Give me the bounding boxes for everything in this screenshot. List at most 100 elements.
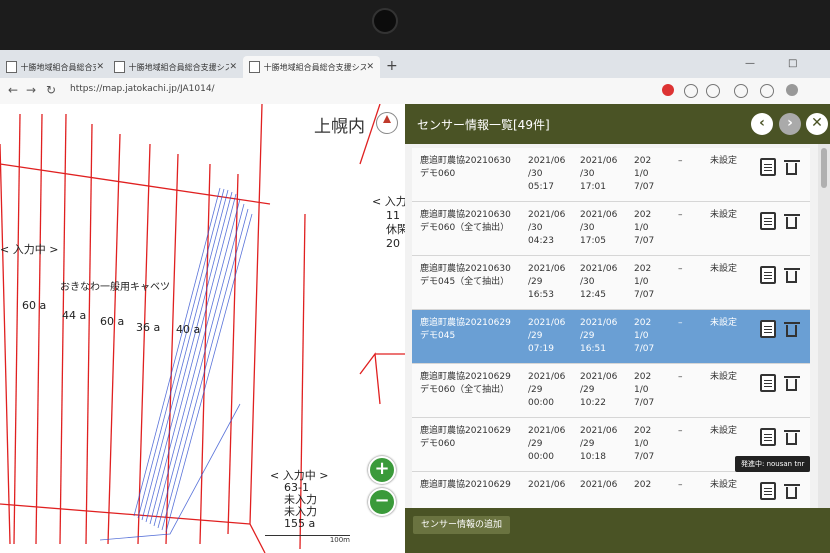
- page-favicon-icon: [114, 61, 125, 73]
- parcel-area-label: 36 a: [136, 321, 161, 334]
- sensor-panel-footer: センサー情報の追加: [405, 508, 830, 553]
- back-arrow-icon[interactable]: ←: [8, 83, 18, 97]
- extension-icon[interactable]: [662, 84, 674, 96]
- sensor-list-scrollbar[interactable]: [818, 144, 830, 508]
- status-label: 未設定: [710, 156, 738, 166]
- page-favicon-icon: [6, 61, 17, 73]
- parcel-area-label: 155 a: [284, 517, 316, 530]
- sensor-row[interactable]: 鹿追町農協20210629 デモ060（全て抽出） 2021/06 /29 00…: [412, 364, 810, 418]
- document-icon[interactable]: [760, 374, 776, 392]
- field-value: –: [678, 426, 683, 436]
- parcel-area-label: 60 a: [22, 299, 47, 312]
- sensor-panel-header: センサー情報一覧[49件] ‹ › ✕: [405, 104, 830, 144]
- zoom-in-button[interactable]: +: [368, 456, 396, 484]
- trash-icon[interactable]: [784, 482, 800, 500]
- trash-icon[interactable]: [784, 374, 800, 392]
- status-label: 未設定: [710, 210, 738, 220]
- end-datetime: 2021/06: [580, 480, 618, 490]
- tab-close-icon[interactable]: ✕: [229, 62, 237, 72]
- sensor-name: 鹿追町農協20210629: [420, 480, 511, 490]
- close-panel-button[interactable]: ✕: [806, 113, 828, 135]
- sensor-row[interactable]: 鹿追町農協20210629 2021/06 2021/06 202 – 未設定: [412, 472, 810, 508]
- field-value: –: [678, 156, 683, 166]
- next-page-button[interactable]: ›: [779, 113, 801, 135]
- browser-tab-2[interactable]: 十勝地域組合員総合支援システム ✕: [108, 56, 243, 78]
- document-icon[interactable]: [760, 212, 776, 230]
- url-field[interactable]: https://map.jatokachi.jp/JA1014/: [70, 84, 215, 94]
- profile-avatar[interactable]: [786, 84, 798, 96]
- browser-essentials-icon[interactable]: [734, 84, 748, 98]
- parcel-label: < 入力中 >: [0, 243, 59, 256]
- start-datetime: 2021/06 /29 16:53: [528, 264, 566, 300]
- document-icon[interactable]: [760, 482, 776, 500]
- browser-tab-bar: 十勝地域組合員総合支援システム ✕ 十勝地域組合員総合支援システム ✕ 十勝地域…: [0, 50, 830, 78]
- field-value: –: [678, 210, 683, 220]
- document-icon[interactable]: [760, 158, 776, 176]
- end-datetime: 2021/06 /29 16:51: [580, 318, 618, 354]
- prev-page-button[interactable]: ‹: [751, 113, 773, 135]
- document-icon[interactable]: [760, 428, 776, 446]
- address-bar: ← → ↻ https://map.jatokachi.jp/JA1014/: [0, 78, 830, 105]
- extensions-icon[interactable]: [760, 84, 774, 98]
- page-favicon-icon: [249, 61, 260, 73]
- new-tab-button[interactable]: +: [386, 58, 398, 74]
- end-datetime: 2021/06 /29 10:22: [580, 372, 618, 408]
- sensor-name: 鹿追町農協20210629 デモ060（全て抽出）: [420, 372, 511, 395]
- registered-date: 202 1/0 7/07: [634, 318, 655, 354]
- end-datetime: 2021/06 /29 10:18: [580, 426, 618, 462]
- tab-close-icon[interactable]: ✕: [96, 62, 104, 72]
- maximize-button[interactable]: □: [788, 58, 797, 69]
- registered-date: 202 1/0 7/07: [634, 156, 655, 192]
- trash-icon[interactable]: [784, 428, 800, 446]
- tab-close-icon[interactable]: ✕: [366, 62, 374, 72]
- favorites-star-icon[interactable]: [684, 84, 698, 98]
- field-value: –: [678, 318, 683, 328]
- minimize-button[interactable]: —: [745, 58, 755, 69]
- sensor-row[interactable]: 鹿追町農協20210630 デモ045（全て抽出） 2021/06 /29 16…: [412, 256, 810, 310]
- compass-icon[interactable]: [376, 112, 398, 134]
- trash-icon[interactable]: [784, 320, 800, 338]
- tab-label: 十勝地域組合員総合支援システム: [20, 62, 97, 72]
- status-label: 未設定: [710, 318, 738, 328]
- start-datetime: 2021/06 /29 07:19: [528, 318, 566, 354]
- laptop-bezel: [0, 0, 830, 56]
- screen: 十勝地域組合員総合支援システム ✕ 十勝地域組合員総合支援システム ✕ 十勝地域…: [0, 50, 830, 553]
- sensor-panel: センサー情報一覧[49件] ‹ › ✕ 鹿追町農協20210630 デモ060 …: [405, 104, 830, 553]
- parcel-label: < 入力中 >: [372, 195, 405, 208]
- parcel-label: 休閑: [386, 223, 405, 236]
- registered-date: 202 1/0 7/07: [634, 426, 655, 462]
- parcel-label: 11: [386, 209, 400, 222]
- trash-icon[interactable]: [784, 158, 800, 176]
- field-value: –: [678, 480, 683, 490]
- start-datetime: 2021/06 /30 05:17: [528, 156, 566, 192]
- sensor-name: 鹿追町農協20210630 デモ045（全て抽出）: [420, 264, 511, 287]
- reload-icon[interactable]: ↻: [46, 83, 56, 97]
- status-label: 未設定: [710, 372, 738, 382]
- zoom-out-button[interactable]: −: [368, 488, 396, 516]
- add-sensor-button[interactable]: センサー情報の追加: [413, 516, 511, 534]
- trash-icon[interactable]: [784, 266, 800, 284]
- sensor-row[interactable]: 鹿追町農協20210630 デモ060 2021/06 /30 05:17 20…: [412, 148, 810, 202]
- map-view[interactable]: 上幌内 < 入力中 > おきなわ一般用キャベツ 60 a 44 a 60 a 3…: [0, 104, 405, 553]
- document-icon[interactable]: [760, 266, 776, 284]
- sensor-list: 鹿追町農協20210630 デモ060 2021/06 /30 05:17 20…: [405, 144, 818, 508]
- forward-arrow-icon[interactable]: →: [26, 83, 36, 97]
- document-icon[interactable]: [760, 320, 776, 338]
- browser-tab-3[interactable]: 十勝地域組合員総合支援システム ✕: [243, 56, 380, 78]
- map-scale-bar: 100m: [265, 535, 350, 544]
- parcel-area-label: 60 a: [100, 315, 125, 328]
- trash-icon[interactable]: [784, 212, 800, 230]
- sensor-name: 鹿追町農協20210630 デモ060: [420, 156, 511, 179]
- webcam: [372, 8, 398, 34]
- parcel-label: 20: [386, 237, 400, 250]
- sensor-name: 鹿追町農協20210629 デモ060: [420, 426, 511, 449]
- sensor-row[interactable]: 鹿追町農協20210630 デモ060（全て抽出） 2021/06 /30 04…: [412, 202, 810, 256]
- collections-icon[interactable]: [706, 84, 720, 98]
- field-value: –: [678, 264, 683, 274]
- start-datetime: 2021/06 /30 04:23: [528, 210, 566, 246]
- tooltip: 発進中: nousan tnr: [735, 456, 811, 472]
- scrollbar-thumb[interactable]: [821, 148, 827, 188]
- browser-tab-1[interactable]: 十勝地域組合員総合支援システム ✕: [0, 56, 110, 78]
- sensor-row-selected[interactable]: 鹿追町農協20210629 デモ045 2021/06 /29 07:19 20…: [412, 310, 810, 364]
- registered-date: 202: [634, 480, 652, 490]
